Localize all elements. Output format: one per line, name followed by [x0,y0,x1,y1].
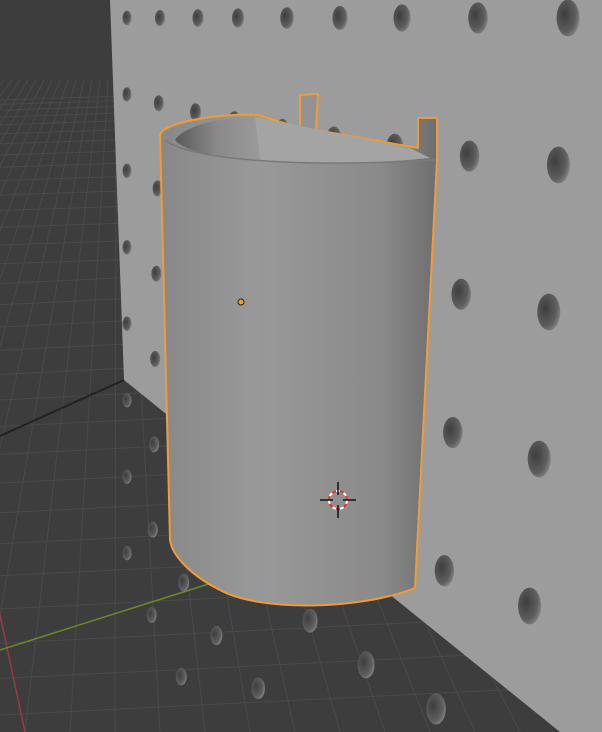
cup-object[interactable] [159,93,438,607]
pegboard-hole [332,6,348,30]
pegboard-hole [122,545,132,561]
grid-line [0,79,93,616]
pegboard-hole [426,693,446,725]
grid-line [0,79,61,231]
grid-line [0,79,77,347]
pegboard-hole [147,521,158,538]
3d-viewport[interactable] [0,0,602,732]
object-origin-icon [237,298,245,306]
grid-line [0,79,5,86]
pegboard-hole [302,608,318,633]
pegboard-hole [122,10,132,26]
pegboard-hole [175,667,187,686]
pegboard-hole [434,555,455,587]
pegboard-hole [122,469,132,484]
pegboard-hole [178,573,190,592]
pegboard-hole [459,140,480,172]
pegboard-hole [537,293,561,331]
pegboard-hole [251,677,265,700]
pegboard-hole [357,651,375,679]
grid-line [0,79,45,167]
pegboard-hole [150,351,161,368]
grid-line [114,79,117,732]
pegboard-hole [468,2,488,34]
pegboard-hole [122,393,132,408]
pegboard-hole [122,163,132,179]
pegboard-hole [192,9,204,27]
pegboard-hole [527,440,551,478]
pegboard-edge [0,379,125,437]
pegboard-hole [122,240,132,255]
pegboard-hole [280,7,294,29]
pegboard-hole [122,87,132,102]
pegboard-hole [232,8,244,28]
pegboard-hole [122,316,132,331]
pegboard-hole [155,10,165,26]
pegboard-hole [518,587,542,625]
pegboard-hole [556,0,580,37]
pegboard-hole [210,625,223,646]
pegboard-hole [151,265,162,282]
viewport-canvas[interactable] [0,0,602,732]
pegboard-hole [451,278,471,310]
pegboard-hole [443,416,463,449]
pegboard-hole [146,606,157,623]
y-axis-line [0,581,216,651]
pegboard-hole [546,146,570,184]
grid-line [0,79,21,110]
pegboard-hole [153,95,164,112]
pegboard-hole [393,4,411,32]
pegboard-hole [149,436,159,453]
